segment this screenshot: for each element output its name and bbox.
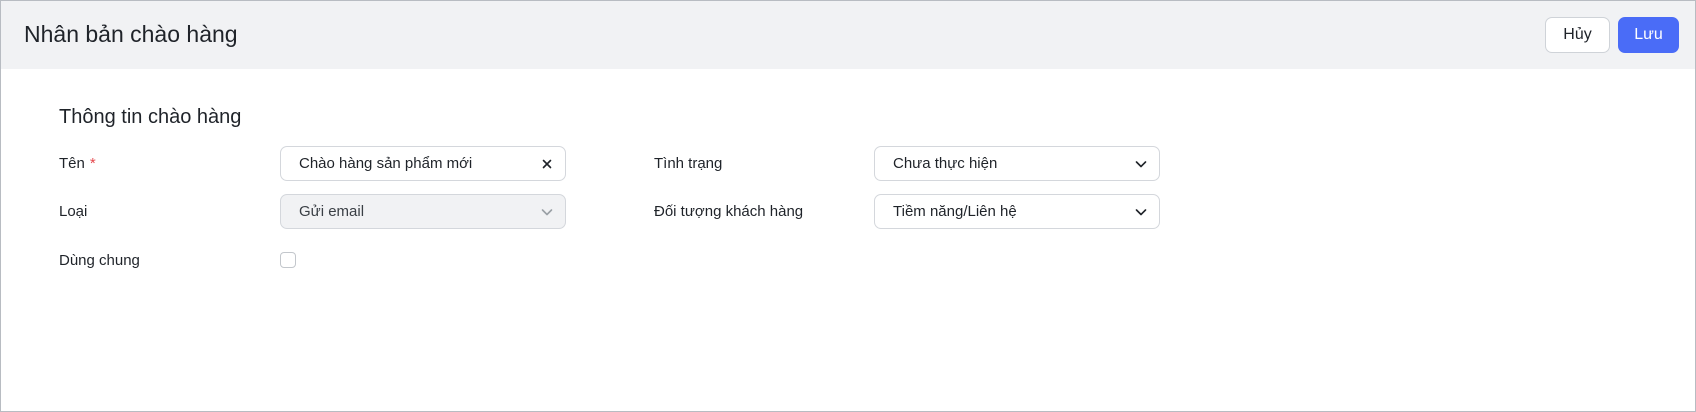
customer-target-label: Đối tượng khách hàng: [654, 203, 804, 220]
type-select: Gửi email: [280, 194, 566, 229]
type-label: Loại: [59, 203, 88, 220]
save-button[interactable]: Lưu: [1618, 17, 1679, 53]
name-label: Tên *: [59, 154, 96, 174]
chevron-down-icon[interactable]: [1133, 204, 1149, 220]
type-select-value: Gửi email: [299, 203, 365, 220]
page-title: Nhân bản chào hàng: [24, 21, 238, 47]
customer-target-select-value: Tiềm năng/Liên hệ: [893, 203, 1017, 220]
customer-target-select[interactable]: Tiềm năng/Liên hệ: [874, 194, 1160, 229]
cancel-button[interactable]: Hủy: [1545, 17, 1610, 53]
name-input-value: Chào hàng sản phẩm mới: [299, 155, 473, 172]
close-icon[interactable]: [539, 156, 555, 172]
section-title: Thông tin chào hàng: [59, 106, 242, 128]
name-label-text: Tên: [59, 155, 85, 172]
clone-offer-panel: Nhân bản chào hàng Hủy Lưu Thông tin chà…: [0, 0, 1696, 412]
shared-checkbox[interactable]: [280, 252, 296, 268]
status-select[interactable]: Chưa thực hiện: [874, 146, 1160, 181]
status-select-value: Chưa thực hiện: [893, 155, 998, 172]
name-input[interactable]: Chào hàng sản phẩm mới: [280, 146, 566, 181]
shared-label: Dùng chung: [59, 252, 140, 269]
page-header: Nhân bản chào hàng Hủy Lưu: [1, 1, 1695, 69]
required-mark: *: [89, 155, 96, 172]
status-label: Tình trạng: [654, 155, 723, 172]
chevron-down-icon[interactable]: [1133, 156, 1149, 172]
chevron-down-icon: [541, 209, 553, 216]
